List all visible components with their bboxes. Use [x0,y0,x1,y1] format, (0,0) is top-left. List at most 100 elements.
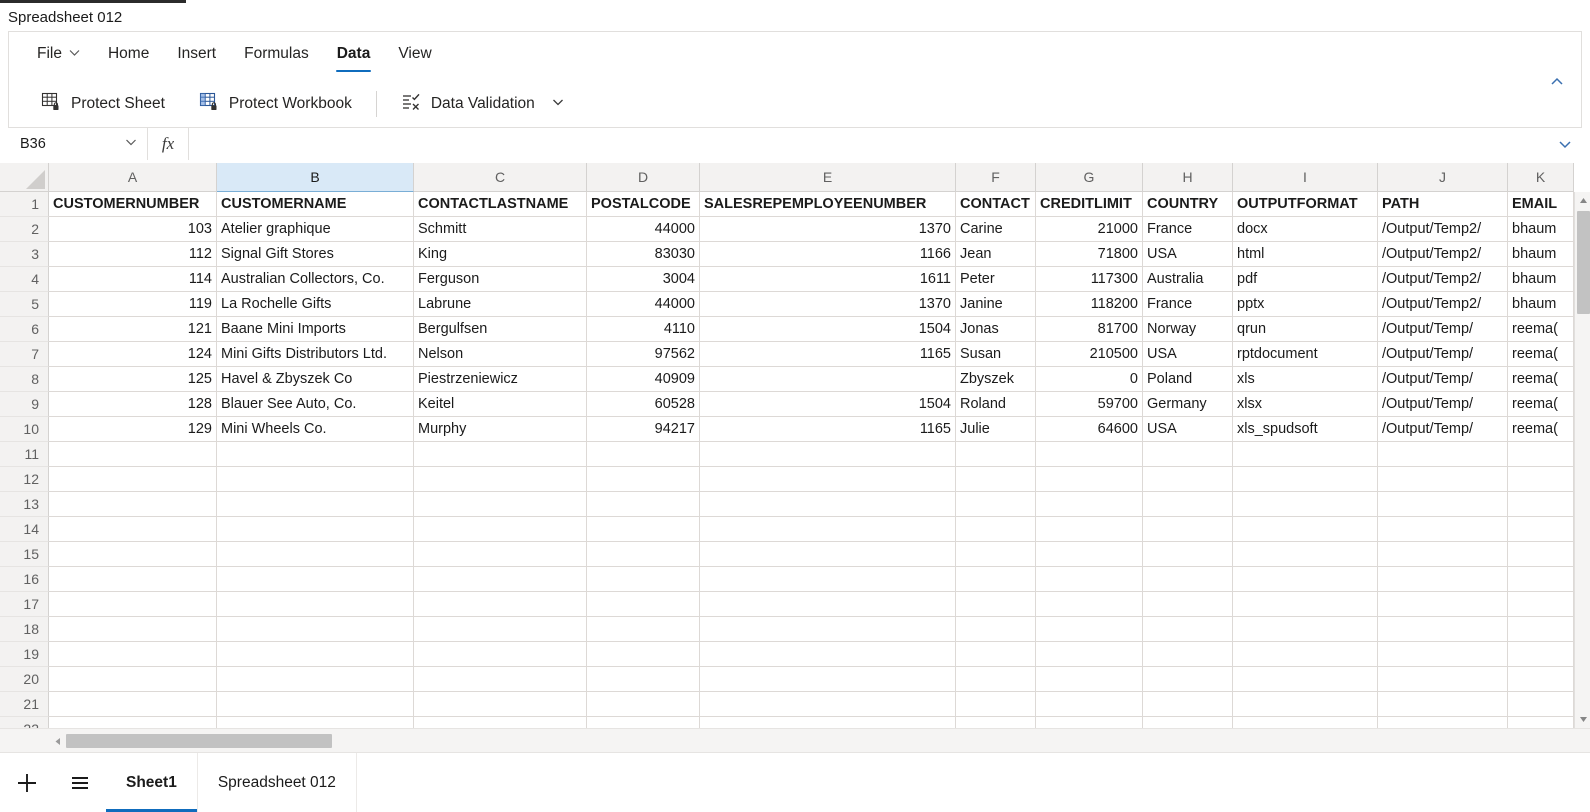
cell-D18[interactable] [587,617,700,642]
cell-I19[interactable] [1233,642,1378,667]
cell-header-K1[interactable]: EMAIL [1508,192,1574,217]
cell-H13[interactable] [1143,492,1233,517]
cell-J2[interactable]: /Output/Temp2/ [1378,217,1508,242]
sheet-tab-sheet1[interactable]: Sheet1 [106,753,198,812]
cell-J4[interactable]: /Output/Temp2/ [1378,267,1508,292]
cell-G21[interactable] [1036,692,1143,717]
row-header-8[interactable]: 8 [0,367,49,392]
cell-K17[interactable] [1508,592,1574,617]
cell-K13[interactable] [1508,492,1574,517]
cell-B4[interactable]: Australian Collectors, Co. [217,267,414,292]
column-header-d[interactable]: D [587,163,700,192]
cell-A18[interactable] [49,617,217,642]
cell-E21[interactable] [700,692,956,717]
add-sheet-button[interactable] [0,753,54,812]
cell-D12[interactable] [587,467,700,492]
cell-I21[interactable] [1233,692,1378,717]
row-header-6[interactable]: 6 [0,317,49,342]
cell-A16[interactable] [49,567,217,592]
cell-E8[interactable] [700,367,956,392]
cell-J3[interactable]: /Output/Temp2/ [1378,242,1508,267]
expand-formula-bar-button[interactable] [1548,135,1582,153]
cell-C17[interactable] [414,592,587,617]
cell-H16[interactable] [1143,567,1233,592]
cell-F15[interactable] [956,542,1036,567]
cell-I18[interactable] [1233,617,1378,642]
cell-F19[interactable] [956,642,1036,667]
cell-header-A1[interactable]: CUSTOMERNUMBER [49,192,217,217]
cell-K19[interactable] [1508,642,1574,667]
cell-F20[interactable] [956,667,1036,692]
cell-F9[interactable]: Roland [956,392,1036,417]
cell-header-H1[interactable]: COUNTRY [1143,192,1233,217]
column-header-f[interactable]: F [956,163,1036,192]
cell-I17[interactable] [1233,592,1378,617]
cell-D19[interactable] [587,642,700,667]
cell-I10[interactable]: xls_spudsoft [1233,417,1378,442]
cell-F2[interactable]: Carine [956,217,1036,242]
cell-H3[interactable]: USA [1143,242,1233,267]
cell-I11[interactable] [1233,442,1378,467]
cell-B3[interactable]: Signal Gift Stores [217,242,414,267]
cell-A22[interactable] [49,717,217,728]
cell-G11[interactable] [1036,442,1143,467]
cell-G5[interactable]: 118200 [1036,292,1143,317]
cell-E17[interactable] [700,592,956,617]
cell-F7[interactable]: Susan [956,342,1036,367]
cell-D10[interactable]: 94217 [587,417,700,442]
cell-F16[interactable] [956,567,1036,592]
cell-F18[interactable] [956,617,1036,642]
cell-E2[interactable]: 1370 [700,217,956,242]
cell-D11[interactable] [587,442,700,467]
cell-G12[interactable] [1036,467,1143,492]
cell-C7[interactable]: Nelson [414,342,587,367]
cell-A11[interactable] [49,442,217,467]
cell-C9[interactable]: Keitel [414,392,587,417]
cell-E22[interactable] [700,717,956,728]
row-header-17[interactable]: 17 [0,592,49,617]
cell-header-D1[interactable]: POSTALCODE [587,192,700,217]
cell-H22[interactable] [1143,717,1233,728]
cell-J9[interactable]: /Output/Temp/ [1378,392,1508,417]
cell-E20[interactable] [700,667,956,692]
cell-header-G1[interactable]: CREDITLIMIT [1036,192,1143,217]
cell-C4[interactable]: Ferguson [414,267,587,292]
cell-G13[interactable] [1036,492,1143,517]
cell-E4[interactable]: 1611 [700,267,956,292]
cell-header-F1[interactable]: CONTACT [956,192,1036,217]
cell-C13[interactable] [414,492,587,517]
cell-G7[interactable]: 210500 [1036,342,1143,367]
cell-A20[interactable] [49,667,217,692]
cell-G16[interactable] [1036,567,1143,592]
cell-E3[interactable]: 1166 [700,242,956,267]
cell-H5[interactable]: France [1143,292,1233,317]
cell-J7[interactable]: /Output/Temp/ [1378,342,1508,367]
cell-E16[interactable] [700,567,956,592]
column-header-k[interactable]: K [1508,163,1574,192]
cell-J13[interactable] [1378,492,1508,517]
cell-J18[interactable] [1378,617,1508,642]
sheet-list-menu-button[interactable] [54,753,106,812]
cell-B13[interactable] [217,492,414,517]
cell-H17[interactable] [1143,592,1233,617]
cell-D16[interactable] [587,567,700,592]
cell-D14[interactable] [587,517,700,542]
cell-A17[interactable] [49,592,217,617]
cell-A5[interactable]: 119 [49,292,217,317]
cell-D20[interactable] [587,667,700,692]
cell-K9[interactable]: reema( [1508,392,1574,417]
cell-A19[interactable] [49,642,217,667]
cell-K11[interactable] [1508,442,1574,467]
formula-input[interactable] [188,127,1548,160]
cell-H11[interactable] [1143,442,1233,467]
cell-E12[interactable] [700,467,956,492]
cell-H10[interactable]: USA [1143,417,1233,442]
cell-B6[interactable]: Baane Mini Imports [217,317,414,342]
cell-G9[interactable]: 59700 [1036,392,1143,417]
row-header-1[interactable]: 1 [0,192,49,217]
cell-C2[interactable]: Schmitt [414,217,587,242]
cell-B12[interactable] [217,467,414,492]
cell-F14[interactable] [956,517,1036,542]
cell-H2[interactable]: France [1143,217,1233,242]
row-header-22[interactable]: 22 [0,717,49,728]
